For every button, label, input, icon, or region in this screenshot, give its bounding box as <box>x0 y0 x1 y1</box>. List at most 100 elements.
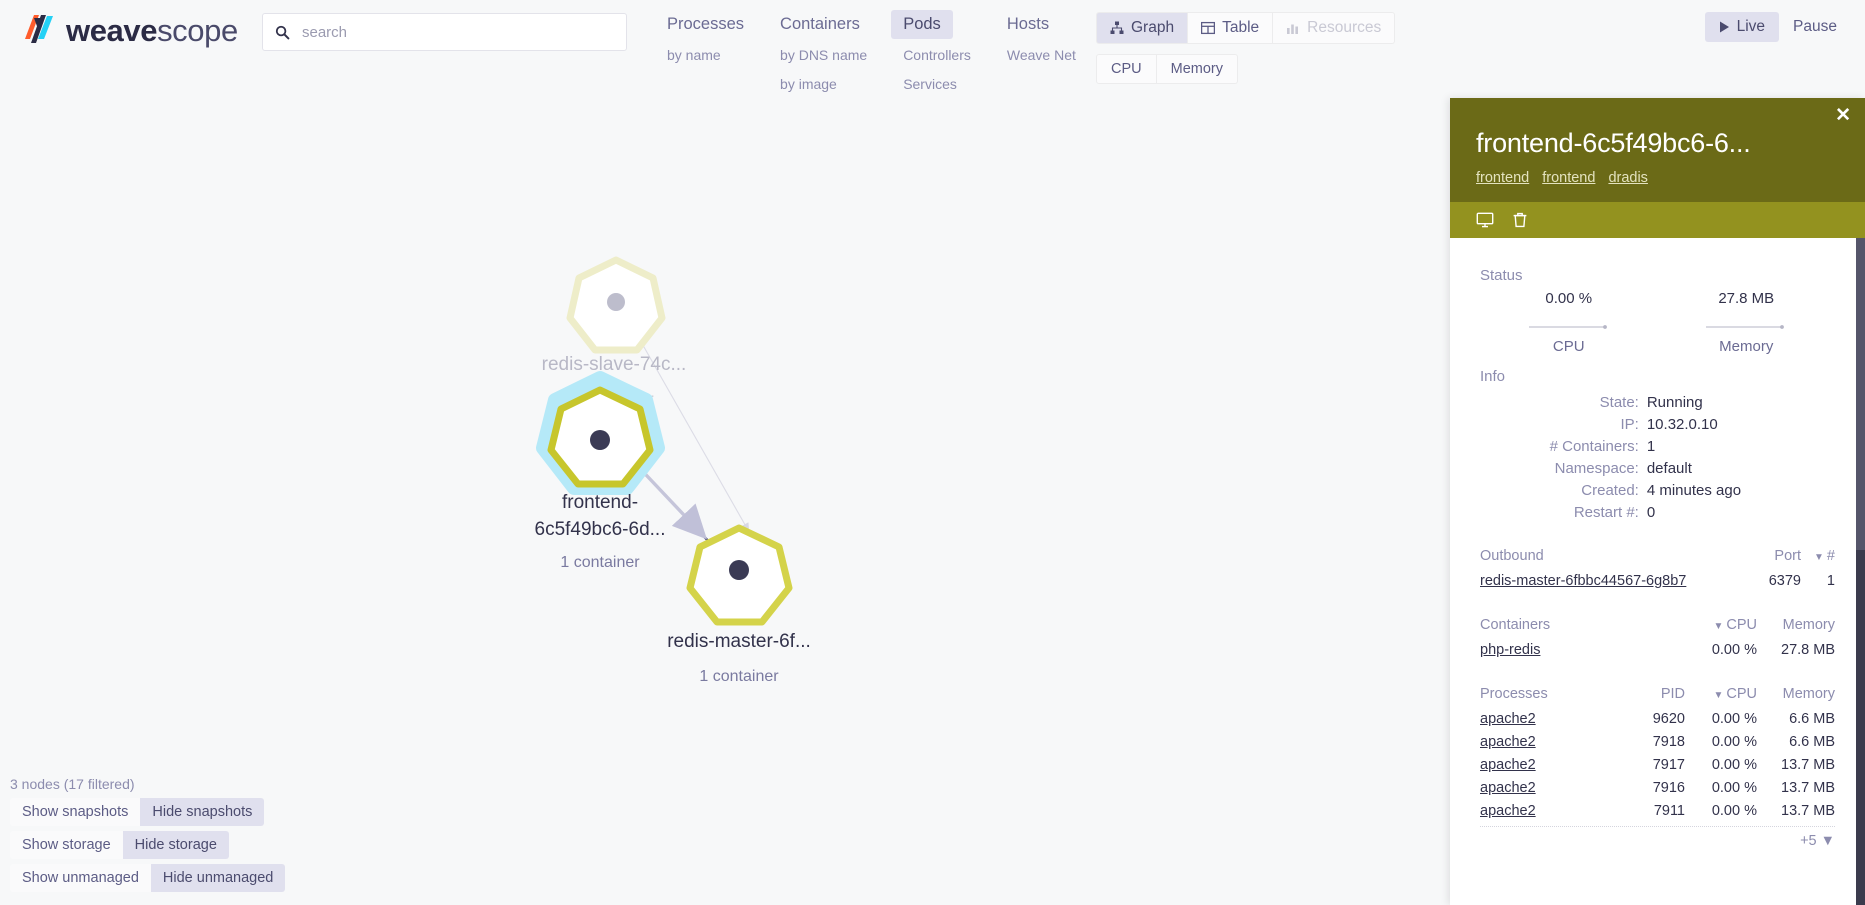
metric-cpu[interactable]: CPU <box>1096 54 1157 84</box>
process-name[interactable]: apache2 <box>1480 776 1619 799</box>
search-box[interactable] <box>262 13 627 51</box>
pause-button[interactable]: Pause <box>1779 12 1851 42</box>
graph-icon <box>1110 21 1124 35</box>
brand-name: weavescope <box>66 15 238 46</box>
graph-node-label: redis-master-6f... <box>667 631 811 652</box>
view-mode-resources-label: Resources <box>1307 19 1381 37</box>
details-scrollbar-thumb[interactable] <box>1856 238 1865 550</box>
process-memory: 6.6 MB <box>1757 730 1835 753</box>
topology-group-pods: Pods Controllers Services <box>891 10 983 97</box>
table-row[interactable]: apache2 7916 0.00 % 13.7 MB <box>1480 776 1835 799</box>
topology-containers[interactable]: Containers <box>768 10 872 39</box>
topology-hosts-weave-net[interactable]: Weave Net <box>995 42 1088 68</box>
info-row: Namespace: default <box>1480 457 1835 479</box>
metric-memory[interactable]: Memory <box>1157 54 1238 84</box>
process-name[interactable]: apache2 <box>1480 707 1619 730</box>
topology-pods-services[interactable]: Services <box>891 71 983 97</box>
container-memory: 27.8 MB <box>1757 638 1835 661</box>
info-row: Created: 4 minutes ago <box>1480 479 1835 501</box>
outbound-name[interactable]: redis-master-6fbbc44567-6g8b7 <box>1480 569 1758 592</box>
topology-group-containers: Containers by DNS name by image <box>768 10 879 97</box>
table-row[interactable]: php-redis 0.00 % 27.8 MB <box>1480 638 1835 661</box>
process-cpu: 0.00 % <box>1685 707 1757 730</box>
container-name[interactable]: php-redis <box>1480 638 1648 661</box>
graph-node-redis-master[interactable]: redis-master-6f... 1 container <box>667 528 811 685</box>
search-input[interactable] <box>302 24 614 41</box>
brand-logo[interactable]: weavescope <box>22 10 238 50</box>
topology-pods[interactable]: Pods <box>891 10 953 39</box>
outbound-title: Outbound <box>1480 545 1758 569</box>
process-name[interactable]: apache2 <box>1480 730 1619 753</box>
process-name[interactable]: apache2 <box>1480 753 1619 776</box>
details-panel: ✕ frontend-6c5f49bc6-6... frontend front… <box>1450 98 1865 905</box>
hide-storage-button[interactable]: Hide storage <box>123 831 229 859</box>
table-row[interactable]: apache2 7911 0.00 % 13.7 MB <box>1480 799 1835 822</box>
topology-containers-by-dns-name[interactable]: by DNS name <box>768 42 879 68</box>
details-tag-1[interactable]: frontend <box>1542 170 1595 186</box>
info-value: 0 <box>1647 501 1835 523</box>
details-tag-0[interactable]: frontend <box>1476 170 1529 186</box>
graph-node-sublabel: 1 container <box>699 668 779 685</box>
topology-containers-by-image[interactable]: by image <box>768 71 879 97</box>
processes-col-cpu[interactable]: ▼CPU <box>1685 683 1757 707</box>
processes-col-pid[interactable]: PID <box>1619 683 1685 707</box>
topology-processes-by-name[interactable]: by name <box>655 42 756 68</box>
hide-snapshots-button[interactable]: Hide snapshots <box>140 798 264 826</box>
details-tag-2[interactable]: dradis <box>1608 170 1648 186</box>
close-icon[interactable]: ✕ <box>1835 106 1851 125</box>
process-cpu: 0.00 % <box>1685 753 1757 776</box>
view-mode-graph[interactable]: Graph <box>1096 12 1188 44</box>
containers-col-memory[interactable]: Memory <box>1757 614 1835 638</box>
live-button[interactable]: Live <box>1705 12 1779 42</box>
show-storage-button[interactable]: Show storage <box>10 831 123 859</box>
processes-show-more[interactable]: +5 ▼ <box>1480 826 1835 849</box>
graph-node-label: redis-slave-74c... <box>542 354 687 375</box>
processes-col-memory[interactable]: Memory <box>1757 683 1835 707</box>
filter-snapshots: Show snapshots Hide snapshots <box>10 798 430 826</box>
info-section-title: Info <box>1480 368 1835 385</box>
outbound-port: 6379 <box>1758 569 1801 592</box>
details-toolbar <box>1450 202 1865 238</box>
table-row[interactable]: apache2 7917 0.00 % 13.7 MB <box>1480 753 1835 776</box>
outbound-col-port[interactable]: Port <box>1758 545 1801 569</box>
info-row: Restart #: 0 <box>1480 501 1835 523</box>
containers-col-cpu[interactable]: ▼CPU <box>1648 614 1757 638</box>
brand-name-light: scope <box>157 13 238 48</box>
topology-group-processes: Processes by name <box>655 10 756 97</box>
info-value: 4 minutes ago <box>1647 479 1835 501</box>
graph-node-label-2: 6c5f49bc6-6d... <box>535 519 666 540</box>
hide-unmanaged-button[interactable]: Hide unmanaged <box>151 864 285 892</box>
containers-title: Containers <box>1480 614 1648 638</box>
table-row[interactable]: apache2 7918 0.00 % 6.6 MB <box>1480 730 1835 753</box>
table-header-row: Outbound Port ▼# <box>1480 545 1835 569</box>
details-title: frontend-6c5f49bc6-6... <box>1476 128 1839 159</box>
graph-node-frontend[interactable]: frontend- 6c5f49bc6-6d... 1 container <box>535 378 666 571</box>
metric-cpu-value: 0.00 % <box>1480 290 1658 307</box>
search-icon <box>275 25 290 40</box>
trash-icon[interactable] <box>1511 211 1529 229</box>
show-unmanaged-button[interactable]: Show unmanaged <box>10 864 151 892</box>
terminal-icon[interactable] <box>1476 211 1494 229</box>
metric-memory-label: Memory <box>1658 338 1836 355</box>
table-row[interactable]: redis-master-6fbbc44567-6g8b7 6379 1 <box>1480 569 1835 592</box>
show-snapshots-button[interactable]: Show snapshots <box>10 798 140 826</box>
outbound-col-count[interactable]: ▼# <box>1801 545 1835 569</box>
memory-sparkline <box>1705 319 1787 331</box>
topology-hosts[interactable]: Hosts <box>995 10 1061 39</box>
details-content[interactable]: Status 0.00 % CPU 27.8 MB Memo <box>1450 238 1865 905</box>
resources-icon <box>1286 21 1300 35</box>
topology-nav: Processes by name Containers by DNS name… <box>655 10 1100 97</box>
process-name[interactable]: apache2 <box>1480 799 1619 822</box>
topology-pods-controllers[interactable]: Controllers <box>891 42 983 68</box>
table-header-row: Processes PID ▼CPU Memory <box>1480 683 1835 707</box>
info-key: Namespace: <box>1480 457 1647 479</box>
table-row[interactable]: apache2 9620 0.00 % 6.6 MB <box>1480 707 1835 730</box>
view-mode-table[interactable]: Table <box>1188 12 1273 44</box>
processes-title: Processes <box>1480 683 1619 707</box>
info-value: 10.32.0.10 <box>1647 413 1835 435</box>
cpu-sparkline <box>1528 319 1610 331</box>
topology-graph[interactable]: redis-slave-74c... 1 container frontend-… <box>0 110 1445 790</box>
info-key: # Containers: <box>1480 435 1647 457</box>
details-scrollbar[interactable] <box>1856 238 1865 905</box>
topology-processes[interactable]: Processes <box>655 10 756 39</box>
